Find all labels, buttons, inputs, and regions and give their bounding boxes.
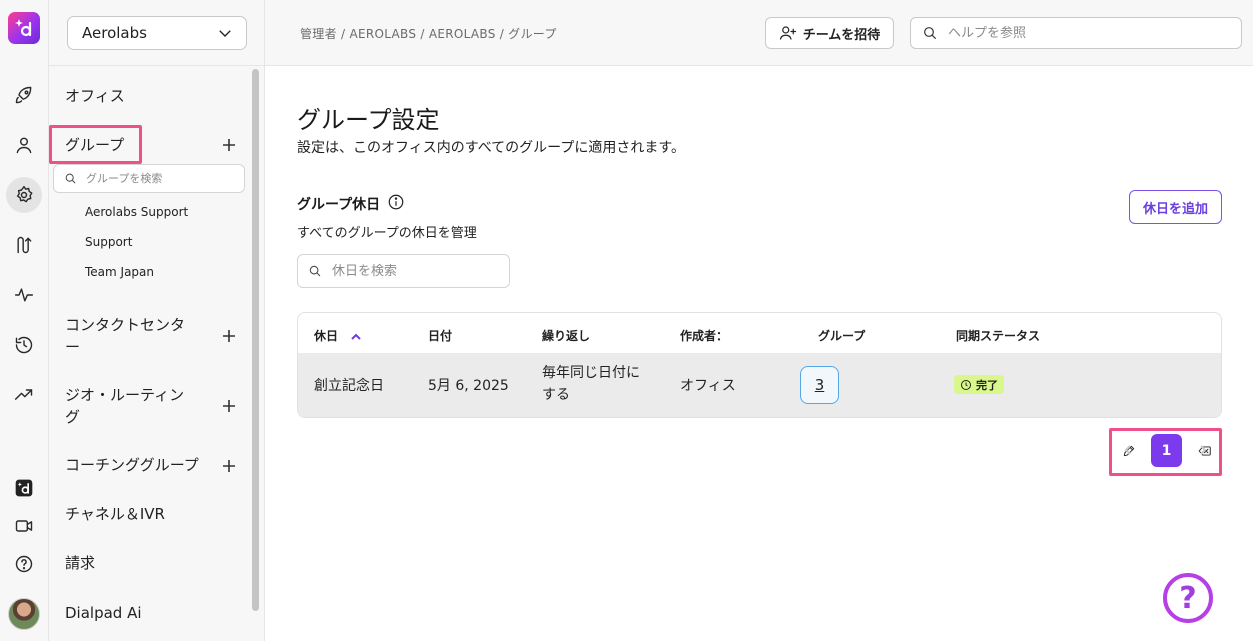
holiday-repeat-line2: する <box>542 387 570 403</box>
search-icon <box>924 27 937 40</box>
avatar[interactable] <box>8 598 40 630</box>
plus-icon <box>223 460 235 472</box>
question-mark-icon: ? <box>1179 580 1197 616</box>
help-search-input[interactable] <box>948 25 1238 41</box>
add-contact-center-button[interactable] <box>219 326 239 346</box>
invite-team-label: チームを招待 <box>802 27 881 43</box>
holiday-search-field[interactable] <box>297 254 510 288</box>
app-rail <box>0 0 49 641</box>
holiday-name: 創立記念日 <box>314 378 384 394</box>
column-header-repeat[interactable]: 繰り返し <box>542 327 590 344</box>
breadcrumb: 管理者 / AEROLABS / AEROLABS / グループ <box>300 27 557 41</box>
sidebar-item-groups[interactable]: グループ <box>65 134 124 156</box>
dialpad-app-icon[interactable] <box>6 470 42 506</box>
top-bar: 管理者 / AEROLABS / AEROLABS / グループ チームを招待 <box>265 0 1253 66</box>
sidebar-scrollbar[interactable] <box>252 69 259 611</box>
column-header-creator[interactable]: 作成者： <box>680 327 728 344</box>
group-item-team-japan[interactable]: Team Japan <box>85 265 154 279</box>
sidebar-item-channels-ivr[interactable]: チャネル＆IVR <box>65 503 165 525</box>
plus-icon <box>223 400 235 412</box>
section-title: グループ休日 <box>297 197 381 213</box>
previous-page-button[interactable] <box>1118 440 1138 460</box>
column-header-groups[interactable]: グループ <box>818 327 865 344</box>
sidebar-item-billing[interactable]: 請求 <box>65 552 95 574</box>
trending-icon[interactable] <box>6 377 42 413</box>
invite-team-button[interactable]: チームを招待 <box>765 17 894 49</box>
sort-ascending-icon[interactable] <box>350 329 362 343</box>
group-search-field[interactable] <box>53 164 245 193</box>
info-icon[interactable] <box>387 193 405 211</box>
settings-sidebar: Aerolabs オフィス グループ Aerolabs Support Supp… <box>49 0 265 641</box>
rocket-icon[interactable] <box>6 77 42 113</box>
clock-icon <box>961 379 971 390</box>
dialpad-logo[interactable] <box>8 12 40 44</box>
help-search-field[interactable] <box>910 17 1242 49</box>
add-geo-routing-button[interactable] <box>219 396 239 416</box>
holidays-table: 休日 日付 繰り返し 作成者： グループ 同期ステータス 創立記念日 5月 6,… <box>297 312 1222 418</box>
page-1-button[interactable]: 1 <box>1151 434 1182 467</box>
next-page-button[interactable] <box>1193 440 1213 460</box>
history-icon[interactable] <box>6 327 42 363</box>
gear-icon[interactable] <box>6 177 42 213</box>
column-header-sync-status[interactable]: 同期ステータス <box>956 327 1040 344</box>
column-header-holiday-label: 休日 <box>314 329 339 343</box>
help-fab-button[interactable]: ? <box>1163 573 1213 623</box>
main-content: グループ設定 設定は、このオフィス内のすべてのグループに適用されます。 グループ… <box>265 66 1253 641</box>
page-subtitle: 設定は、このオフィス内のすべてのグループに適用されます。 <box>297 140 685 156</box>
plus-icon <box>223 330 235 342</box>
holiday-creator: オフィス <box>680 378 736 394</box>
add-holiday-button[interactable]: 休日を追加 <box>1129 190 1222 224</box>
help-circle-icon[interactable] <box>6 546 42 582</box>
sidebar-item-geo-routing[interactable]: ジオ・ルーティング <box>65 384 195 428</box>
section-subtitle: すべてのグループの休日を管理 <box>297 226 477 241</box>
table-row[interactable]: 創立記念日 5月 6, 2025 毎年同じ日付に する オフィス 3 完了 <box>298 353 1221 417</box>
person-icon[interactable] <box>6 127 42 163</box>
status-badge-label: 完了 <box>976 378 998 392</box>
route-icon[interactable] <box>6 227 42 263</box>
holiday-repeat-line1: 毎年同じ日付に <box>542 365 640 381</box>
group-item-support[interactable]: Support <box>85 235 132 249</box>
activity-icon[interactable] <box>6 277 42 313</box>
sidebar-item-dialpad-ai[interactable]: Dialpad Ai <box>65 602 142 624</box>
sidebar-item-contact-center[interactable]: コンタクトセンター <box>65 314 195 358</box>
add-group-button[interactable] <box>219 135 239 155</box>
status-badge: 完了 <box>954 375 1004 394</box>
chevron-left-icon <box>1124 445 1131 455</box>
video-icon[interactable] <box>6 508 42 544</box>
page-title: グループ設定 <box>297 106 440 134</box>
dialpad-logo-icon <box>15 19 32 37</box>
chevron-down-icon <box>219 30 231 37</box>
add-person-icon <box>779 26 796 40</box>
holiday-date: 5月 6, 2025 <box>428 378 509 394</box>
sidebar-item-coaching-groups[interactable]: コーチンググループ <box>65 454 199 476</box>
plus-icon <box>223 139 235 151</box>
column-header-date[interactable]: 日付 <box>428 327 452 344</box>
group-item-aerolabs-support[interactable]: Aerolabs Support <box>85 205 188 219</box>
group-search-input[interactable] <box>86 172 236 185</box>
holiday-repeat: 毎年同じ日付に する <box>542 362 640 406</box>
search-icon <box>309 265 321 277</box>
search-icon <box>65 173 76 184</box>
chevron-right-icon <box>1200 445 1207 455</box>
org-select[interactable]: Aerolabs <box>67 16 247 50</box>
column-header-holiday[interactable]: 休日 <box>314 327 362 344</box>
holiday-search-input[interactable] <box>332 263 502 279</box>
sidebar-divider <box>49 65 265 66</box>
group-count-button[interactable]: 3 <box>800 366 839 404</box>
org-select-value: Aerolabs <box>82 24 147 42</box>
sidebar-item-office[interactable]: オフィス <box>65 85 125 107</box>
add-coaching-group-button[interactable] <box>219 456 239 476</box>
